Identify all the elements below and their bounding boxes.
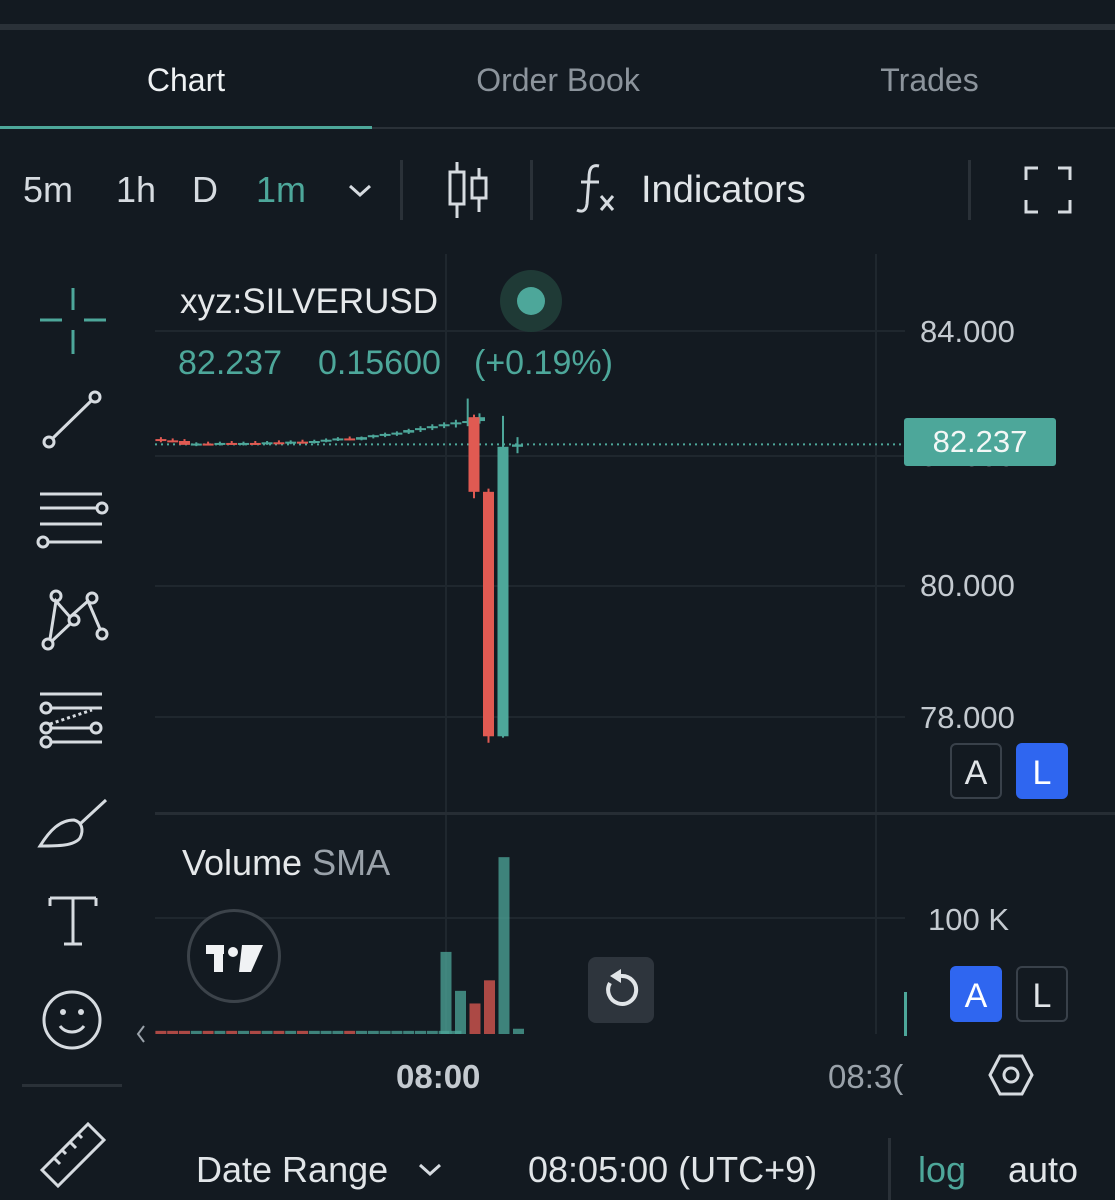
market-status-dot	[517, 287, 545, 315]
volume-bar	[379, 1030, 391, 1034]
volume-bar	[285, 1030, 297, 1034]
candle-body	[450, 422, 462, 425]
candle-body	[214, 442, 226, 445]
settings-icon[interactable]	[988, 1052, 1034, 1098]
volume-bar	[226, 1030, 238, 1034]
time-axis-clip: 08:3(	[828, 1050, 906, 1100]
time-axis-label: 08:3(	[828, 1058, 904, 1095]
volume-bar	[155, 1030, 167, 1034]
candle-body	[438, 424, 450, 427]
volume-bar	[484, 980, 495, 1034]
bottom-divider	[888, 1138, 891, 1200]
candle-body	[285, 441, 297, 444]
candle-body	[403, 430, 415, 433]
candle-body	[497, 446, 509, 737]
candle-body	[202, 443, 214, 446]
candle-body	[226, 442, 238, 445]
volume-bar	[179, 1030, 190, 1034]
candle-body	[356, 437, 367, 440]
price-change: 0.15600	[318, 344, 441, 382]
candle-body	[308, 441, 320, 444]
volume-bar	[426, 1030, 438, 1034]
candle-body	[344, 438, 356, 441]
price-change-percent: (+0.19%)	[474, 344, 613, 382]
volume-bar	[190, 1030, 202, 1034]
date-range-button[interactable]: Date Range	[196, 1146, 388, 1194]
volume-bar	[367, 1030, 379, 1034]
volume-bar	[415, 1030, 426, 1034]
volume-bar	[214, 1030, 226, 1034]
volume-bar	[167, 1030, 179, 1034]
candle-body	[512, 444, 523, 447]
volume-bar	[440, 951, 452, 1034]
volume-bar	[273, 1030, 285, 1034]
date-range-chevron-icon[interactable]	[416, 1158, 444, 1182]
ruler-icon[interactable]	[30, 1116, 116, 1192]
candle-body	[261, 442, 273, 445]
candle-body	[190, 443, 202, 446]
candle-body	[249, 442, 261, 445]
volume-log-scale-button[interactable]: L	[1016, 966, 1068, 1022]
log-toggle[interactable]: log	[918, 1146, 966, 1194]
volume-bar	[904, 992, 907, 1036]
volume-bar	[332, 1030, 344, 1034]
volume-bar	[498, 857, 510, 1034]
volume-bar	[344, 1030, 356, 1034]
pane-divider	[155, 812, 1115, 815]
volume-bar	[455, 990, 466, 1034]
candle-body	[238, 442, 249, 445]
candle-body	[379, 433, 391, 436]
volume-bar	[308, 1030, 320, 1034]
log-scale-button[interactable]: L	[1016, 743, 1068, 799]
candle-body	[483, 491, 494, 737]
scroll-left-icon[interactable]	[134, 1022, 148, 1046]
tradingview-logo[interactable]	[187, 909, 281, 1003]
left-toolbar-divider	[22, 1084, 122, 1087]
volume-bar	[356, 1030, 367, 1034]
volume-bar	[202, 1030, 214, 1034]
candle-body	[155, 439, 167, 442]
candle-body	[367, 435, 379, 438]
candle-body	[332, 438, 344, 441]
auto-scale-button[interactable]: A	[950, 743, 1002, 799]
volume-bar	[469, 1003, 481, 1034]
volume-bar	[249, 1030, 261, 1034]
candle-body	[320, 439, 332, 442]
volume-bar	[391, 1030, 403, 1034]
candle-body	[415, 428, 426, 431]
auto-toggle[interactable]: auto	[1008, 1146, 1078, 1194]
candle-body	[297, 441, 308, 444]
volume-bar	[297, 1030, 308, 1034]
volume-auto-scale-button[interactable]: A	[950, 966, 1002, 1022]
volume-bar	[513, 1028, 524, 1034]
volume-bar	[238, 1030, 249, 1034]
volume-bar	[261, 1030, 273, 1034]
candle-body	[391, 432, 403, 435]
volume-bar	[403, 1030, 415, 1034]
candle-body	[167, 440, 179, 443]
candle-body	[179, 441, 190, 445]
symbol-name: xyz:SILVERUSD	[180, 282, 439, 321]
time-axis-label: 08:00	[396, 1058, 481, 1095]
reset-chart-button[interactable]	[588, 957, 654, 1023]
candle-body	[468, 417, 480, 492]
volume-chart	[155, 857, 907, 1036]
last-price-tag: 82.237	[904, 418, 1056, 466]
last-price: 82.237	[178, 344, 282, 382]
price-chart[interactable]	[0, 0, 1115, 820]
timezone-clock[interactable]: 08:05:00 (UTC+9)	[528, 1146, 817, 1194]
candle-body	[426, 426, 438, 429]
candle-body	[273, 442, 285, 445]
volume-bar	[320, 1030, 332, 1034]
